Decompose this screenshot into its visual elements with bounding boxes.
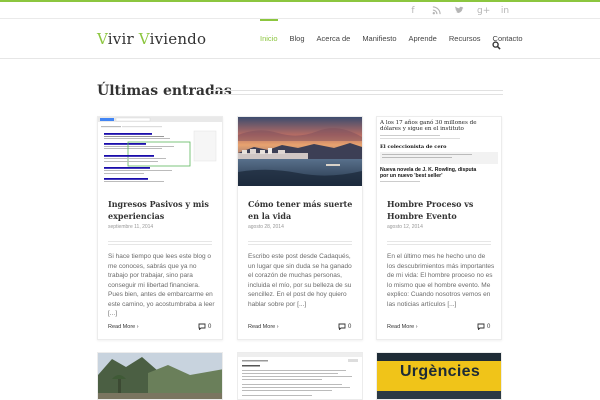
logo-second-rest: iviendo (149, 30, 207, 48)
search-icon[interactable] (492, 35, 501, 50)
post-thumbnail[interactable]: A los 17 años ganó 30 millones de dólare… (377, 117, 501, 186)
thumb-headline-4: por un nuevo 'best seller' (380, 173, 443, 179)
linkedin-icon[interactable]: in (500, 6, 510, 16)
social-links: f g+ in (408, 6, 510, 16)
comment-count-value: 0 (487, 323, 491, 330)
post-thumbnail[interactable] (98, 117, 222, 186)
post-card-4[interactable] (97, 352, 223, 400)
comment-count-value: 0 (348, 323, 352, 330)
post-date: septiembre 11, 2014 (108, 224, 154, 230)
logo-first-rest: ivir (107, 30, 139, 48)
site-logo[interactable]: Vivir Viviendo (97, 30, 206, 48)
chevron-right-icon: › (136, 324, 139, 330)
logo-second-letter: V (138, 30, 150, 48)
top-bar: f g+ in (0, 2, 600, 19)
nav-item-aprende[interactable]: Aprende (403, 19, 443, 59)
site-header: Vivir Viviendo Inicio Blog Acerca de Man… (0, 19, 600, 59)
chevron-right-icon: › (415, 324, 418, 330)
twitter-icon[interactable] (454, 6, 464, 16)
post-date: agosto 28, 2014 (248, 224, 284, 230)
read-more-label: Read More (387, 324, 415, 330)
comment-icon (198, 323, 206, 330)
comment-count-value: 0 (208, 323, 212, 330)
nav-item-inicio[interactable]: Inicio (254, 19, 284, 59)
read-more-label: Read More (108, 324, 136, 330)
post-thumbnail[interactable] (238, 117, 362, 186)
post-card-5[interactable] (237, 352, 363, 400)
nav-item-acerca-de[interactable]: Acerca de (311, 19, 357, 59)
read-more-link[interactable]: Read More › (248, 324, 279, 330)
thumb-sign-text: Urgències (399, 363, 481, 380)
comment-icon (338, 323, 346, 330)
rss-icon[interactable] (431, 6, 441, 16)
main-nav: Inicio Blog Acerca de Manifiesto Aprende… (254, 19, 529, 59)
comment-count[interactable]: 0 (198, 323, 211, 330)
thumb-headline-2: dólares y sigue en el instituto (380, 126, 464, 133)
post-separator (248, 241, 352, 245)
nav-item-manifiesto[interactable]: Manifiesto (356, 19, 402, 59)
post-excerpt: Escribo este post desde Cadaqués, un lug… (248, 253, 352, 308)
comment-count[interactable]: 0 (338, 323, 351, 330)
google-plus-icon[interactable]: g+ (477, 6, 490, 16)
read-more-link[interactable]: Read More › (387, 324, 418, 330)
thumb-masthead: El coleccionista de cero (380, 144, 447, 150)
comment-count[interactable]: 0 (477, 323, 490, 330)
post-card: A los 17 años ganó 30 millones de dólare… (376, 116, 502, 340)
post-title[interactable]: Cómo tener más suerte en la vida (248, 198, 356, 222)
facebook-icon[interactable]: f (408, 6, 418, 16)
post-card: Cómo tener más suerte en la vida agosto … (237, 116, 363, 340)
post-excerpt: En el último mes he hecho uno de los des… (387, 253, 495, 308)
comment-icon (477, 323, 485, 330)
nav-item-recursos[interactable]: Recursos (443, 19, 487, 59)
post-excerpt: Si hace tiempo que lees este blog o me c… (108, 253, 215, 317)
nav-item-blog[interactable]: Blog (284, 19, 311, 59)
chevron-right-icon: › (276, 324, 279, 330)
post-card: Ingresos Pasivos y mis experiencias sept… (97, 116, 223, 340)
post-card-6[interactable]: Urgències (376, 352, 502, 400)
post-separator (108, 241, 212, 245)
read-more-link[interactable]: Read More › (108, 324, 139, 330)
logo-first-letter: V (97, 30, 108, 48)
title-divider (210, 90, 503, 95)
post-title[interactable]: Hombre Proceso vs Hombre Evento (387, 198, 495, 222)
post-separator (387, 241, 491, 245)
post-date: agosto 12, 2014 (387, 224, 423, 230)
post-title[interactable]: Ingresos Pasivos y mis experiencias (108, 198, 216, 222)
read-more-label: Read More (248, 324, 276, 330)
